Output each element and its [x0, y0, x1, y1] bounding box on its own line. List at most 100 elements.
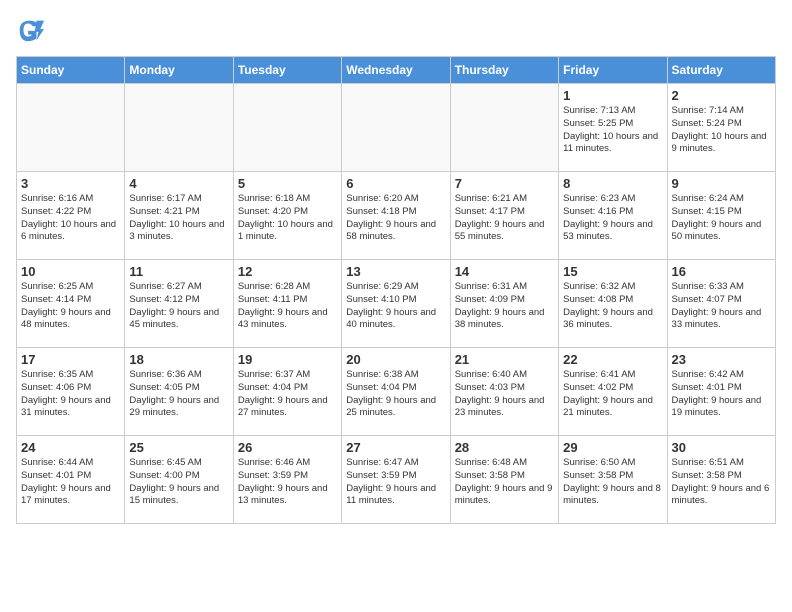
calendar-day: 7Sunrise: 6:21 AM Sunset: 4:17 PM Daylig…: [450, 172, 558, 260]
day-info: Sunrise: 6:45 AM Sunset: 4:00 PM Dayligh…: [129, 457, 228, 508]
day-info: Sunrise: 6:24 AM Sunset: 4:15 PM Dayligh…: [672, 193, 771, 244]
day-number: 11: [129, 264, 228, 279]
day-info: Sunrise: 6:35 AM Sunset: 4:06 PM Dayligh…: [21, 369, 120, 420]
calendar-day: 17 Sunrise: 6:35 AM Sunset: 4:06 PM Dayli…: [17, 348, 125, 436]
day-info: Sunrise: 6:38 AM Sunset: 4:04 PM Dayligh…: [346, 369, 445, 420]
calendar-day: [450, 84, 558, 172]
day-info: Sunrise: 6:47 AM Sunset: 3:59 PM Dayligh…: [346, 457, 445, 508]
day-number: 13: [346, 264, 445, 279]
day-number: 18: [129, 352, 228, 367]
calendar-day: [125, 84, 233, 172]
calendar-day: 20 Sunrise: 6:38 AM Sunset: 4:04 PM Dayli…: [342, 348, 450, 436]
day-info: Sunrise: 6:29 AM Sunset: 4:10 PM Dayligh…: [346, 281, 445, 332]
day-info: Sunrise: 6:48 AM Sunset: 3:58 PM Dayligh…: [455, 457, 554, 508]
weekday-header-thursday: Thursday: [450, 57, 558, 84]
calendar-day: 28 Sunrise: 6:48 AM Sunset: 3:58 PM Dayli…: [450, 436, 558, 524]
day-number: 4: [129, 176, 228, 191]
day-number: 22: [563, 352, 662, 367]
page-header: [16, 16, 776, 44]
day-number: 28: [455, 440, 554, 455]
day-number: 21: [455, 352, 554, 367]
calendar-day: 10 Sunrise: 6:25 AM Sunset: 4:14 PM Dayli…: [17, 260, 125, 348]
day-number: 10: [21, 264, 120, 279]
logo-icon: [16, 16, 44, 44]
weekday-header-tuesday: Tuesday: [233, 57, 341, 84]
day-number: 7: [455, 176, 554, 191]
calendar-week-5: 24Sunrise: 6:44 AM Sunset: 4:01 PM Dayli…: [17, 436, 776, 524]
day-number: 12: [238, 264, 337, 279]
calendar-day: 22 Sunrise: 6:41 AM Sunset: 4:02 PM Dayli…: [559, 348, 667, 436]
day-number: 15: [563, 264, 662, 279]
day-info: Sunrise: 6:50 AM Sunset: 3:58 PM Dayligh…: [563, 457, 662, 508]
day-number: 5: [238, 176, 337, 191]
calendar-day: 2Sunrise: 7:14 AM Sunset: 5:24 PM Daylig…: [667, 84, 775, 172]
day-info: Sunrise: 6:42 AM Sunset: 4:01 PM Dayligh…: [672, 369, 771, 420]
calendar-day: 27Sunrise: 6:47 AM Sunset: 3:59 PM Dayli…: [342, 436, 450, 524]
calendar-week-4: 17 Sunrise: 6:35 AM Sunset: 4:06 PM Dayli…: [17, 348, 776, 436]
day-info: Sunrise: 6:33 AM Sunset: 4:07 PM Dayligh…: [672, 281, 771, 332]
calendar-day: 12Sunrise: 6:28 AM Sunset: 4:11 PM Dayli…: [233, 260, 341, 348]
day-info: Sunrise: 6:40 AM Sunset: 4:03 PM Dayligh…: [455, 369, 554, 420]
day-info: Sunrise: 7:13 AM Sunset: 5:25 PM Dayligh…: [563, 105, 662, 156]
calendar-week-3: 10 Sunrise: 6:25 AM Sunset: 4:14 PM Dayli…: [17, 260, 776, 348]
day-number: 14: [455, 264, 554, 279]
calendar-day: 26 Sunrise: 6:46 AM Sunset: 3:59 PM Dayli…: [233, 436, 341, 524]
calendar-day: [17, 84, 125, 172]
day-number: 3: [21, 176, 120, 191]
day-info: Sunrise: 6:46 AM Sunset: 3:59 PM Dayligh…: [238, 457, 337, 508]
day-number: 6: [346, 176, 445, 191]
calendar-day: 9Sunrise: 6:24 AM Sunset: 4:15 PM Daylig…: [667, 172, 775, 260]
calendar-day: 3 Sunrise: 6:16 AM Sunset: 4:22 PM Daylig…: [17, 172, 125, 260]
day-info: Sunrise: 6:16 AM Sunset: 4:22 PM Dayligh…: [21, 193, 120, 244]
calendar-day: 29 Sunrise: 6:50 AM Sunset: 3:58 PM Dayli…: [559, 436, 667, 524]
calendar-table: SundayMondayTuesdayWednesdayThursdayFrid…: [16, 56, 776, 524]
calendar-day: [342, 84, 450, 172]
calendar-day: 24Sunrise: 6:44 AM Sunset: 4:01 PM Dayli…: [17, 436, 125, 524]
calendar-day: 14 Sunrise: 6:31 AM Sunset: 4:09 PM Dayli…: [450, 260, 558, 348]
day-info: Sunrise: 6:44 AM Sunset: 4:01 PM Dayligh…: [21, 457, 120, 508]
calendar-day: 19 Sunrise: 6:37 AM Sunset: 4:04 PM Dayli…: [233, 348, 341, 436]
day-info: Sunrise: 6:31 AM Sunset: 4:09 PM Dayligh…: [455, 281, 554, 332]
calendar-day: 15 Sunrise: 6:32 AM Sunset: 4:08 PM Dayli…: [559, 260, 667, 348]
calendar-day: 30 Sunrise: 6:51 AM Sunset: 3:58 PM Dayli…: [667, 436, 775, 524]
day-info: Sunrise: 6:27 AM Sunset: 4:12 PM Dayligh…: [129, 281, 228, 332]
calendar-day: 4 Sunrise: 6:17 AM Sunset: 4:21 PM Daylig…: [125, 172, 233, 260]
day-number: 19: [238, 352, 337, 367]
day-info: Sunrise: 6:32 AM Sunset: 4:08 PM Dayligh…: [563, 281, 662, 332]
day-info: Sunrise: 6:41 AM Sunset: 4:02 PM Dayligh…: [563, 369, 662, 420]
day-number: 26: [238, 440, 337, 455]
calendar-day: 6Sunrise: 6:20 AM Sunset: 4:18 PM Daylig…: [342, 172, 450, 260]
weekday-header-monday: Monday: [125, 57, 233, 84]
weekday-header-sunday: Sunday: [17, 57, 125, 84]
calendar-day: 13 Sunrise: 6:29 AM Sunset: 4:10 PM Dayli…: [342, 260, 450, 348]
calendar-day: 25 Sunrise: 6:45 AM Sunset: 4:00 PM Dayli…: [125, 436, 233, 524]
calendar-day: 1 Sunrise: 7:13 AM Sunset: 5:25 PM Daylig…: [559, 84, 667, 172]
weekday-header-row: SundayMondayTuesdayWednesdayThursdayFrid…: [17, 57, 776, 84]
day-info: Sunrise: 6:37 AM Sunset: 4:04 PM Dayligh…: [238, 369, 337, 420]
day-info: Sunrise: 6:18 AM Sunset: 4:20 PM Dayligh…: [238, 193, 337, 244]
day-number: 25: [129, 440, 228, 455]
day-number: 30: [672, 440, 771, 455]
day-info: Sunrise: 6:17 AM Sunset: 4:21 PM Dayligh…: [129, 193, 228, 244]
day-info: Sunrise: 7:14 AM Sunset: 5:24 PM Dayligh…: [672, 105, 771, 156]
calendar-day: 21 Sunrise: 6:40 AM Sunset: 4:03 PM Dayli…: [450, 348, 558, 436]
weekday-header-saturday: Saturday: [667, 57, 775, 84]
day-number: 20: [346, 352, 445, 367]
calendar-day: 11 Sunrise: 6:27 AM Sunset: 4:12 PM Dayli…: [125, 260, 233, 348]
day-info: Sunrise: 6:51 AM Sunset: 3:58 PM Dayligh…: [672, 457, 771, 508]
day-number: 29: [563, 440, 662, 455]
calendar-day: 18Sunrise: 6:36 AM Sunset: 4:05 PM Dayli…: [125, 348, 233, 436]
weekday-header-wednesday: Wednesday: [342, 57, 450, 84]
calendar-week-2: 3 Sunrise: 6:16 AM Sunset: 4:22 PM Daylig…: [17, 172, 776, 260]
weekday-header-friday: Friday: [559, 57, 667, 84]
day-info: Sunrise: 6:23 AM Sunset: 4:16 PM Dayligh…: [563, 193, 662, 244]
calendar-day: 23 Sunrise: 6:42 AM Sunset: 4:01 PM Dayli…: [667, 348, 775, 436]
calendar-day: 8Sunrise: 6:23 AM Sunset: 4:16 PM Daylig…: [559, 172, 667, 260]
day-number: 16: [672, 264, 771, 279]
day-number: 1: [563, 88, 662, 103]
logo: [16, 16, 44, 44]
day-number: 23: [672, 352, 771, 367]
calendar-day: 5 Sunrise: 6:18 AM Sunset: 4:20 PM Daylig…: [233, 172, 341, 260]
day-number: 17: [21, 352, 120, 367]
day-info: Sunrise: 6:25 AM Sunset: 4:14 PM Dayligh…: [21, 281, 120, 332]
